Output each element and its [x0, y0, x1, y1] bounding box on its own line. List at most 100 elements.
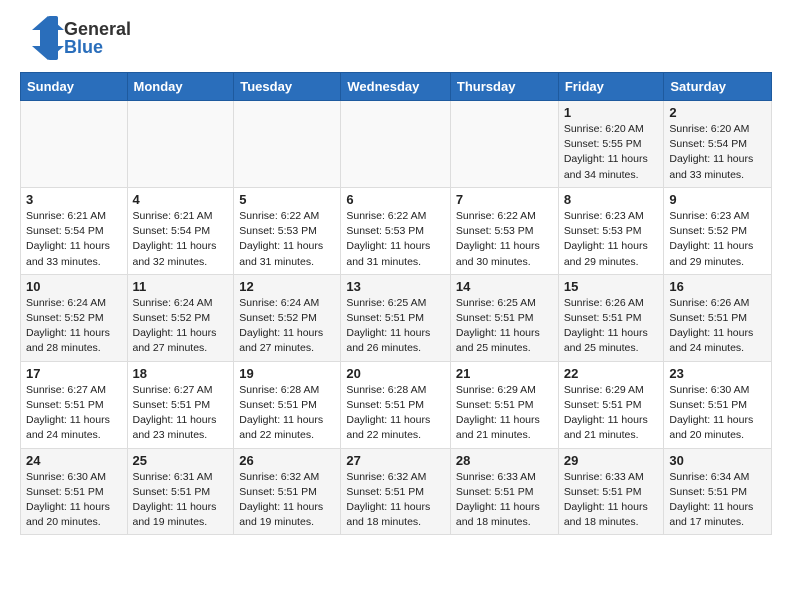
- calendar-cell: [21, 101, 128, 188]
- day-info: Sunrise: 6:26 AM Sunset: 5:51 PM Dayligh…: [564, 296, 659, 357]
- day-number: 26: [239, 453, 335, 468]
- calendar-cell: 10 Sunrise: 6:24 AM Sunset: 5:52 PM Dayli…: [21, 274, 128, 361]
- day-number: 12: [239, 279, 335, 294]
- day-info: Sunrise: 6:29 AM Sunset: 5:51 PM Dayligh…: [456, 383, 553, 444]
- day-info: Sunrise: 6:27 AM Sunset: 5:51 PM Dayligh…: [26, 383, 122, 444]
- day-info: Sunrise: 6:25 AM Sunset: 5:51 PM Dayligh…: [346, 296, 445, 357]
- calendar-cell: 23 Sunrise: 6:30 AM Sunset: 5:51 PM Dayli…: [664, 361, 772, 448]
- calendar-cell: 11 Sunrise: 6:24 AM Sunset: 5:52 PM Dayli…: [127, 274, 234, 361]
- calendar-cell: [450, 101, 558, 188]
- calendar-cell: 8 Sunrise: 6:23 AM Sunset: 5:53 PM Daylig…: [558, 187, 664, 274]
- calendar-cell: 5 Sunrise: 6:22 AM Sunset: 5:53 PM Daylig…: [234, 187, 341, 274]
- day-number: 30: [669, 453, 766, 468]
- calendar-week-2: 3 Sunrise: 6:21 AM Sunset: 5:54 PM Daylig…: [21, 187, 772, 274]
- day-info: Sunrise: 6:30 AM Sunset: 5:51 PM Dayligh…: [669, 383, 766, 444]
- day-number: 2: [669, 105, 766, 120]
- day-info: Sunrise: 6:24 AM Sunset: 5:52 PM Dayligh…: [26, 296, 122, 357]
- day-number: 7: [456, 192, 553, 207]
- header: General Blue: [20, 16, 772, 60]
- calendar-cell: 6Sunrise: 6:22 AM Sunset: 5:53 PM Daylig…: [341, 187, 451, 274]
- day-number: 22: [564, 366, 659, 381]
- day-info: Sunrise: 6:20 AM Sunset: 5:55 PM Dayligh…: [564, 122, 659, 183]
- day-info: Sunrise: 6:25 AM Sunset: 5:51 PM Dayligh…: [456, 296, 553, 357]
- calendar-table: SundayMondayTuesdayWednesdayThursdayFrid…: [20, 72, 772, 535]
- day-number: 24: [26, 453, 122, 468]
- day-number: 9: [669, 192, 766, 207]
- day-number: 27: [346, 453, 445, 468]
- day-number: 29: [564, 453, 659, 468]
- calendar-cell: 24 Sunrise: 6:30 AM Sunset: 5:51 PM Dayli…: [21, 448, 128, 535]
- calendar-cell: 27 Sunrise: 6:32 AM Sunset: 5:51 PM Dayli…: [341, 448, 451, 535]
- page: General Blue SundayMondayTuesdayWednesda…: [0, 0, 792, 555]
- day-number: 4: [133, 192, 229, 207]
- calendar-cell: 13 Sunrise: 6:25 AM Sunset: 5:51 PM Dayli…: [341, 274, 451, 361]
- calendar-cell: 15 Sunrise: 6:26 AM Sunset: 5:51 PM Dayli…: [558, 274, 664, 361]
- calendar-cell: 25 Sunrise: 6:31 AM Sunset: 5:51 PM Dayli…: [127, 448, 234, 535]
- calendar-cell: [234, 101, 341, 188]
- day-info: Sunrise: 6:23 AM Sunset: 5:52 PM Dayligh…: [669, 209, 766, 270]
- logo-svg: [20, 16, 64, 60]
- day-number: 8: [564, 192, 659, 207]
- day-number: 3: [26, 192, 122, 207]
- calendar-cell: [127, 101, 234, 188]
- day-info: Sunrise: 6:26 AM Sunset: 5:51 PM Dayligh…: [669, 296, 766, 357]
- calendar-cell: 4 Sunrise: 6:21 AM Sunset: 5:54 PM Daylig…: [127, 187, 234, 274]
- day-number: 28: [456, 453, 553, 468]
- day-info: Sunrise: 6:34 AM Sunset: 5:51 PM Dayligh…: [669, 470, 766, 531]
- day-number: 23: [669, 366, 766, 381]
- day-info: Sunrise: 6:30 AM Sunset: 5:51 PM Dayligh…: [26, 470, 122, 531]
- day-number: 11: [133, 279, 229, 294]
- calendar-cell: 21Sunrise: 6:29 AM Sunset: 5:51 PM Dayli…: [450, 361, 558, 448]
- day-info: Sunrise: 6:27 AM Sunset: 5:51 PM Dayligh…: [133, 383, 229, 444]
- logo: General Blue: [20, 16, 131, 60]
- day-info: Sunrise: 6:20 AM Sunset: 5:54 PM Dayligh…: [669, 122, 766, 183]
- calendar-week-1: 1Sunrise: 6:20 AM Sunset: 5:55 PM Daylig…: [21, 101, 772, 188]
- calendar-header-tuesday: Tuesday: [234, 73, 341, 101]
- calendar-cell: 17 Sunrise: 6:27 AM Sunset: 5:51 PM Dayli…: [21, 361, 128, 448]
- calendar-header-thursday: Thursday: [450, 73, 558, 101]
- calendar-cell: 7Sunrise: 6:22 AM Sunset: 5:53 PM Daylig…: [450, 187, 558, 274]
- calendar-cell: 19 Sunrise: 6:28 AM Sunset: 5:51 PM Dayli…: [234, 361, 341, 448]
- day-number: 17: [26, 366, 122, 381]
- calendar-cell: 18Sunrise: 6:27 AM Sunset: 5:51 PM Dayli…: [127, 361, 234, 448]
- day-info: Sunrise: 6:28 AM Sunset: 5:51 PM Dayligh…: [239, 383, 335, 444]
- day-number: 6: [346, 192, 445, 207]
- day-info: Sunrise: 6:21 AM Sunset: 5:54 PM Dayligh…: [26, 209, 122, 270]
- day-info: Sunrise: 6:31 AM Sunset: 5:51 PM Dayligh…: [133, 470, 229, 531]
- day-info: Sunrise: 6:29 AM Sunset: 5:51 PM Dayligh…: [564, 383, 659, 444]
- logo-general-text: General: [64, 20, 131, 38]
- logo-blue-text: Blue: [64, 38, 131, 56]
- day-number: 5: [239, 192, 335, 207]
- calendar-header-saturday: Saturday: [664, 73, 772, 101]
- calendar-cell: 14 Sunrise: 6:25 AM Sunset: 5:51 PM Dayli…: [450, 274, 558, 361]
- day-info: Sunrise: 6:22 AM Sunset: 5:53 PM Dayligh…: [239, 209, 335, 270]
- calendar-cell: 16 Sunrise: 6:26 AM Sunset: 5:51 PM Dayli…: [664, 274, 772, 361]
- calendar-cell: 9 Sunrise: 6:23 AM Sunset: 5:52 PM Daylig…: [664, 187, 772, 274]
- calendar-cell: 12Sunrise: 6:24 AM Sunset: 5:52 PM Dayli…: [234, 274, 341, 361]
- calendar-cell: 3 Sunrise: 6:21 AM Sunset: 5:54 PM Daylig…: [21, 187, 128, 274]
- calendar-header-wednesday: Wednesday: [341, 73, 451, 101]
- day-number: 15: [564, 279, 659, 294]
- day-info: Sunrise: 6:32 AM Sunset: 5:51 PM Dayligh…: [239, 470, 335, 531]
- day-number: 13: [346, 279, 445, 294]
- calendar-cell: 30 Sunrise: 6:34 AM Sunset: 5:51 PM Dayli…: [664, 448, 772, 535]
- calendar-cell: 26 Sunrise: 6:32 AM Sunset: 5:51 PM Dayli…: [234, 448, 341, 535]
- day-info: Sunrise: 6:21 AM Sunset: 5:54 PM Dayligh…: [133, 209, 229, 270]
- day-number: 20: [346, 366, 445, 381]
- day-info: Sunrise: 6:23 AM Sunset: 5:53 PM Dayligh…: [564, 209, 659, 270]
- day-number: 19: [239, 366, 335, 381]
- calendar-week-3: 10 Sunrise: 6:24 AM Sunset: 5:52 PM Dayli…: [21, 274, 772, 361]
- day-info: Sunrise: 6:24 AM Sunset: 5:52 PM Dayligh…: [133, 296, 229, 357]
- day-number: 14: [456, 279, 553, 294]
- calendar-cell: [341, 101, 451, 188]
- day-info: Sunrise: 6:32 AM Sunset: 5:51 PM Dayligh…: [346, 470, 445, 531]
- calendar-header-friday: Friday: [558, 73, 664, 101]
- calendar-cell: 20Sunrise: 6:28 AM Sunset: 5:51 PM Dayli…: [341, 361, 451, 448]
- day-number: 16: [669, 279, 766, 294]
- day-number: 10: [26, 279, 122, 294]
- day-number: 25: [133, 453, 229, 468]
- calendar-header-sunday: Sunday: [21, 73, 128, 101]
- calendar-week-5: 24 Sunrise: 6:30 AM Sunset: 5:51 PM Dayli…: [21, 448, 772, 535]
- calendar-cell: 28Sunrise: 6:33 AM Sunset: 5:51 PM Dayli…: [450, 448, 558, 535]
- calendar-week-4: 17 Sunrise: 6:27 AM Sunset: 5:51 PM Dayli…: [21, 361, 772, 448]
